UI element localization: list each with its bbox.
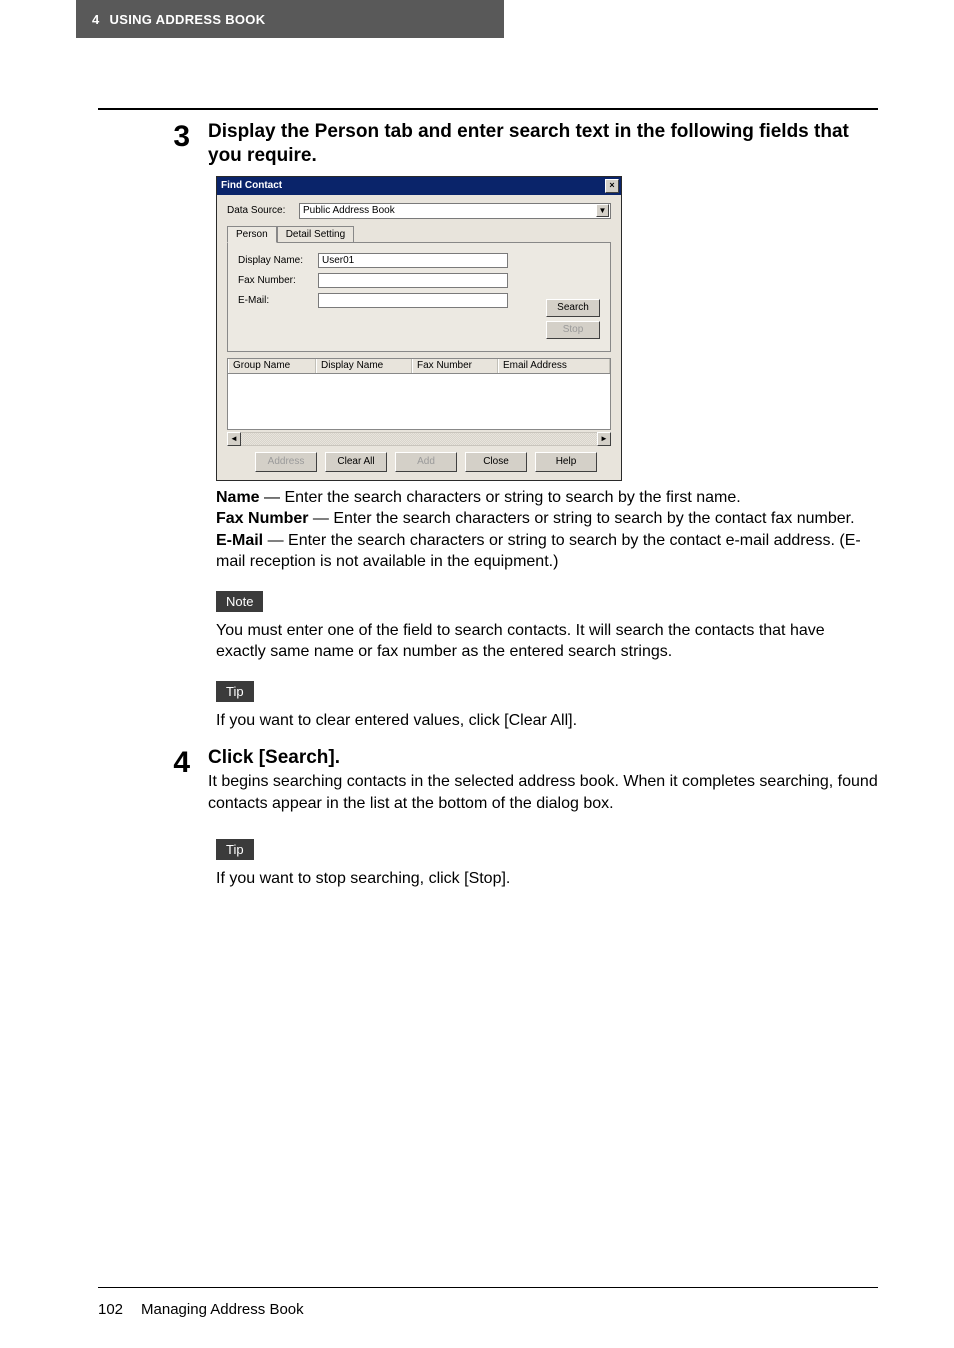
data-source-value: Public Address Book (303, 205, 395, 216)
page-number: 102 (98, 1301, 123, 1318)
clear-all-button[interactable]: Clear All (325, 452, 387, 472)
desc-fax-text: — Enter the search characters or string … (308, 510, 854, 527)
step-4-number: 4 (98, 746, 208, 778)
note-badge: Note (216, 591, 263, 612)
note-text: You must enter one of the field to searc… (216, 620, 878, 663)
page-footer: 102 Managing Address Book (98, 1301, 304, 1318)
display-name-label: Display Name: (238, 255, 310, 266)
help-button[interactable]: Help (535, 452, 597, 472)
step-3-number: 3 (98, 120, 208, 152)
address-button[interactable]: Address (255, 452, 317, 472)
results-header: Group Name Display Name Fax Number Email… (227, 358, 611, 374)
tip2-badge: Tip (216, 839, 254, 860)
col-email-address[interactable]: Email Address (498, 359, 610, 373)
desc-name-label: Name (216, 489, 260, 506)
close-button[interactable]: Close (465, 452, 527, 472)
stop-button[interactable]: Stop (546, 321, 600, 339)
close-icon[interactable]: × (605, 179, 619, 193)
fax-number-input[interactable] (318, 273, 508, 288)
step-4-body: It begins searching contacts in the sele… (208, 771, 878, 814)
desc-fax-label: Fax Number (216, 510, 308, 527)
step-3-row: 3 Display the Person tab and enter searc… (98, 120, 878, 168)
scroll-track[interactable] (241, 432, 597, 446)
horizontal-scrollbar[interactable]: ◄ ► (227, 432, 611, 446)
step-3-title: Display the Person tab and enter search … (208, 120, 878, 168)
data-source-dropdown[interactable]: Public Address Book ▼ (299, 203, 611, 219)
rule-top (98, 108, 878, 110)
col-group-name[interactable]: Group Name (228, 359, 316, 373)
add-button[interactable]: Add (395, 452, 457, 472)
chapter-header: 4 USING ADDRESS BOOK (76, 0, 504, 38)
display-name-input[interactable]: User01 (318, 253, 508, 268)
dialog-titlebar: Find Contact × (217, 177, 621, 195)
col-display-name[interactable]: Display Name (316, 359, 412, 373)
results-list: Group Name Display Name Fax Number Email… (227, 358, 611, 446)
search-button[interactable]: Search (546, 299, 600, 317)
step-4-title: Click [Search]. (208, 746, 878, 770)
tab-detail-setting[interactable]: Detail Setting (277, 226, 354, 243)
desc-name-text: — Enter the search characters or string … (260, 489, 741, 506)
tab-person[interactable]: Person (227, 226, 277, 243)
email-input[interactable] (318, 293, 508, 308)
desc-email-text: — Enter the search characters or string … (216, 532, 861, 571)
rule-bottom (98, 1287, 878, 1288)
col-fax-number[interactable]: Fax Number (412, 359, 498, 373)
section-title: Managing Address Book (141, 1301, 304, 1318)
scroll-right-icon[interactable]: ► (597, 432, 611, 446)
scroll-left-icon[interactable]: ◄ (227, 432, 241, 446)
step-4-row: 4 Click [Search]. It begins searching co… (98, 746, 878, 815)
data-source-label: Data Source: (227, 205, 289, 216)
fax-number-label: Fax Number: (238, 275, 310, 286)
tab-panel-person: Display Name: User01 Fax Number: E-Mail:… (227, 242, 611, 352)
tabs: Person Detail Setting (227, 225, 611, 242)
tip1-badge: Tip (216, 681, 254, 702)
find-contact-dialog: Find Contact × Data Source: Public Addre… (216, 176, 622, 481)
chapter-number: 4 (92, 12, 100, 27)
chevron-down-icon[interactable]: ▼ (596, 204, 609, 217)
tip2-text: If you want to stop searching, click [St… (216, 868, 878, 890)
results-body[interactable] (227, 374, 611, 430)
tip1-text: If you want to clear entered values, cli… (216, 710, 878, 732)
step-3-description: Name — Enter the search characters or st… (216, 487, 878, 573)
email-label: E-Mail: (238, 295, 310, 306)
chapter-title: USING ADDRESS BOOK (110, 12, 266, 27)
dialog-title: Find Contact (221, 180, 282, 191)
desc-email-label: E-Mail (216, 532, 263, 549)
dialog-bottom-buttons: Address Clear All Add Close Help (227, 452, 611, 472)
